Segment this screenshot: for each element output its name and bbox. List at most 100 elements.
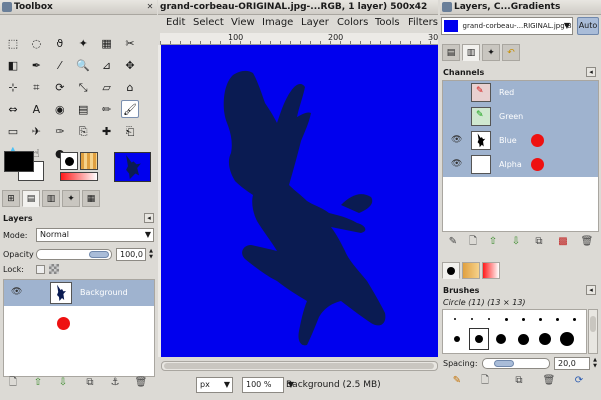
brush-cell-selected[interactable]: [469, 328, 489, 350]
channel-row-green[interactable]: ✎ Green: [443, 105, 598, 129]
menu-tools[interactable]: Tools: [375, 15, 400, 30]
image-selector[interactable]: grand-corbeau-...RIGINAL.jpg-8 ▼: [441, 17, 573, 35]
color-picker-icon[interactable]: ⁄: [51, 56, 69, 74]
pattern-indicator[interactable]: [80, 152, 98, 170]
raise-layer-icon[interactable]: ⇧: [31, 376, 45, 390]
opacity-slider[interactable]: [36, 249, 112, 260]
perspective-clone-icon[interactable]: ⎗: [121, 122, 139, 140]
scissors-icon[interactable]: ✂: [121, 34, 139, 52]
free-select-icon[interactable]: ϑ: [51, 34, 69, 52]
bucket-fill-icon[interactable]: ◉: [51, 100, 69, 118]
tab-layers-right[interactable]: ▤: [442, 44, 460, 61]
toolbox-titlebar[interactable]: Toolbox ✕: [0, 0, 157, 15]
mode-select[interactable]: Normal ▼: [36, 228, 154, 242]
gradient-indicator[interactable]: [60, 172, 98, 181]
lower-layer-icon[interactable]: ⇩: [56, 376, 70, 390]
rotate-icon[interactable]: ⟳: [51, 78, 69, 96]
channel-row-red[interactable]: ✎ Red: [443, 81, 598, 105]
heal-icon[interactable]: ✚: [98, 122, 116, 140]
tab-paths-right[interactable]: ✦: [482, 44, 500, 61]
perspective-icon[interactable]: ⌂: [121, 78, 139, 96]
lock-pixels-checkbox[interactable]: [36, 265, 45, 274]
opacity-spin-icon[interactable]: ▲ ▼: [147, 248, 155, 261]
tab-brushes[interactable]: [442, 262, 460, 279]
menu-colors[interactable]: Colors: [337, 15, 368, 30]
channel-row-blue[interactable]: 👁 Blue: [443, 129, 598, 153]
duplicate-layer-icon[interactable]: ⧉: [83, 376, 97, 390]
ink-icon[interactable]: ✑: [51, 122, 69, 140]
new-brush-icon[interactable]: 🗋: [478, 374, 492, 388]
tab-channels-right[interactable]: ▥: [462, 44, 480, 61]
pencil-icon[interactable]: ✏: [98, 100, 116, 118]
refresh-brushes-icon[interactable]: ⟳: [572, 374, 586, 388]
eye-icon[interactable]: 👁: [451, 135, 462, 145]
lower-channel-icon[interactable]: ⇩: [509, 235, 523, 249]
brush-cell[interactable]: [447, 312, 463, 326]
dock-titlebar[interactable]: Layers, C...Gradients: [440, 0, 601, 15]
tab-patterns[interactable]: [462, 262, 480, 279]
clone-icon[interactable]: ⎘: [74, 122, 92, 140]
opacity-input[interactable]: 100,0: [116, 248, 146, 261]
new-layer-icon[interactable]: 🗋: [6, 376, 20, 390]
brush-cell[interactable]: [532, 312, 548, 326]
ellipse-select-icon[interactable]: ◌: [27, 34, 45, 52]
spacing-slider[interactable]: [482, 358, 550, 369]
brush-cell[interactable]: [515, 312, 531, 326]
active-image-preview[interactable]: [114, 152, 151, 182]
crop-icon[interactable]: ⌗: [27, 78, 45, 96]
foreground-select-icon[interactable]: ◧: [4, 56, 22, 74]
foreground-color-swatch[interactable]: [4, 151, 34, 172]
brush-scrollbar[interactable]: [588, 309, 598, 354]
eye-icon[interactable]: 👁: [11, 287, 22, 297]
brush-cell[interactable]: [535, 328, 555, 350]
fuzzy-select-icon[interactable]: ✦: [74, 34, 92, 52]
tab-histogram[interactable]: ▦: [82, 190, 100, 207]
brush-cell[interactable]: [549, 312, 565, 326]
menu-image[interactable]: Image: [262, 15, 293, 30]
image-canvas[interactable]: [161, 45, 438, 357]
paths-icon[interactable]: ✒: [27, 56, 45, 74]
raise-channel-icon[interactable]: ⇧: [486, 235, 500, 249]
measure-icon[interactable]: ⊿: [98, 56, 116, 74]
spacing-slider-knob[interactable]: [493, 360, 514, 367]
brushes-menu-arrow-icon[interactable]: ◂: [586, 285, 596, 295]
menu-select[interactable]: Select: [193, 15, 224, 30]
layer-name[interactable]: Background: [80, 288, 128, 297]
brush-cell[interactable]: [557, 328, 577, 350]
tab-channels[interactable]: ▥: [42, 190, 60, 207]
text-icon[interactable]: A: [27, 100, 45, 118]
paintbrush-icon[interactable]: 🖌: [121, 100, 139, 118]
brush-cell[interactable]: [481, 312, 497, 326]
delete-channel-icon[interactable]: 🗑: [580, 235, 594, 249]
brush-cell[interactable]: [491, 328, 511, 350]
lock-alpha-icon[interactable]: [49, 264, 59, 274]
close-icon[interactable]: ✕: [145, 2, 155, 12]
eraser-icon[interactable]: ▭: [4, 122, 22, 140]
top-ruler[interactable]: 100 200 300: [160, 33, 438, 45]
tab-undo[interactable]: ↶: [502, 44, 520, 61]
edit-brush-icon[interactable]: ✎: [450, 374, 464, 388]
brush-cell[interactable]: [447, 328, 467, 350]
menu-filters[interactable]: Filters: [408, 15, 438, 30]
horizontal-scrollbar[interactable]: [161, 361, 438, 371]
blend-icon[interactable]: ▤: [74, 100, 92, 118]
new-channel-icon[interactable]: 🗋: [466, 235, 480, 249]
menu-layer[interactable]: Layer: [301, 15, 329, 30]
airbrush-icon[interactable]: ✈: [27, 122, 45, 140]
align-icon[interactable]: ⊹: [4, 78, 22, 96]
eye-icon[interactable]: 👁: [451, 159, 462, 169]
flip-icon[interactable]: ⇔: [4, 100, 22, 118]
color-select-icon[interactable]: ▦: [98, 34, 116, 52]
brush-indicator[interactable]: [60, 152, 78, 170]
delete-layer-icon[interactable]: 🗑: [134, 376, 148, 390]
brush-cell[interactable]: [498, 312, 514, 326]
shear-icon[interactable]: ▱: [98, 78, 116, 96]
spacing-spin-icon[interactable]: ▲ ▼: [591, 357, 599, 370]
duplicate-channel-icon[interactable]: ⧉: [532, 235, 546, 249]
delete-brush-icon[interactable]: 🗑: [542, 374, 556, 388]
window-menu-icon[interactable]: [2, 2, 12, 12]
menu-view[interactable]: View: [231, 15, 255, 30]
channel-row-alpha[interactable]: 👁 Alpha: [443, 153, 598, 177]
tab-layers[interactable]: ▤: [22, 190, 40, 207]
tab-tool-options[interactable]: ⊞: [2, 190, 20, 207]
